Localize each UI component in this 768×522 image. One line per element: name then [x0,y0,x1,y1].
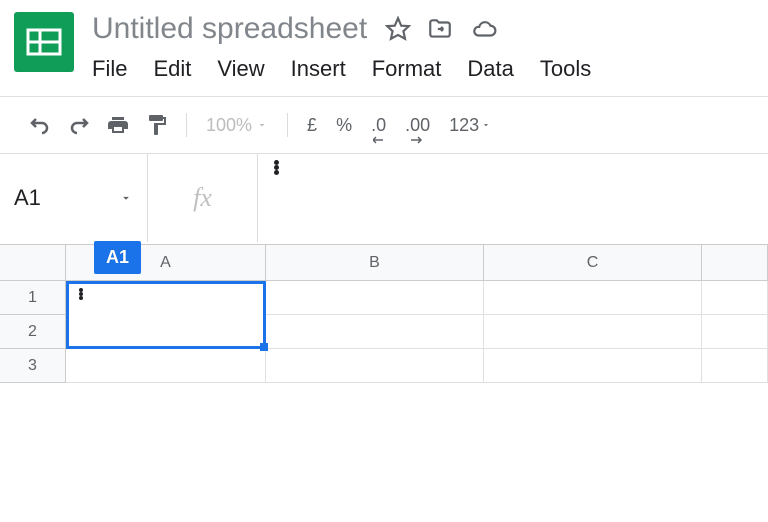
cell-b1[interactable] [266,281,484,315]
zoom-value: 100% [206,115,252,136]
cell-a3[interactable] [66,349,266,383]
cloud-status-icon[interactable] [469,16,499,42]
decrease-decimal-button[interactable]: .0 [363,107,394,143]
menu-file[interactable]: File [92,56,127,82]
cell-d3[interactable] [702,349,768,383]
toolbar: 100% £ % .0 .00 123 [0,97,768,153]
cell-d2[interactable] [702,315,768,349]
menu-tools[interactable]: Tools [540,56,591,82]
increase-decimal-button[interactable]: .00 [397,107,438,143]
percent-button[interactable]: % [328,107,360,143]
selection-fill-handle[interactable] [260,343,268,351]
selection-box [66,281,266,349]
spreadsheet-grid[interactable]: A1 A B C 1 2 3 [0,245,768,383]
cell-c2[interactable] [484,315,702,349]
menu-edit[interactable]: Edit [153,56,191,82]
name-box[interactable] [0,154,148,242]
menu-bar: File Edit View Insert Format Data Tools [92,56,768,82]
move-icon[interactable] [427,16,453,42]
print-button[interactable] [100,107,136,143]
star-icon[interactable] [385,16,411,42]
dec-plus-label: .00 [405,115,430,135]
cell-d1[interactable] [702,281,768,315]
document-title[interactable]: Untitled spreadsheet [92,12,367,46]
sheets-logo [14,12,74,72]
paint-format-button[interactable] [139,107,175,143]
cell-c3[interactable] [484,349,702,383]
cell-b3[interactable] [266,349,484,383]
column-header-d[interactable] [702,245,768,281]
row-header-1[interactable]: 1 [0,281,66,315]
menu-format[interactable]: Format [372,56,442,82]
formula-input[interactable] [258,154,768,242]
cell-c1[interactable] [484,281,702,315]
fx-label: fx [148,154,258,242]
cell-b2[interactable] [266,315,484,349]
column-header-b[interactable]: B [266,245,484,281]
name-box-input[interactable] [14,185,104,211]
chevron-down-icon[interactable] [119,191,133,205]
undo-button[interactable] [22,107,58,143]
more-formats-label: 123 [449,115,479,136]
active-cell-tag: A1 [94,241,141,274]
menu-view[interactable]: View [217,56,264,82]
redo-button[interactable] [61,107,97,143]
menu-insert[interactable]: Insert [291,56,346,82]
currency-button[interactable]: £ [299,107,325,143]
more-formats-button[interactable]: 123 [441,107,499,143]
dec-minus-label: .0 [371,115,386,135]
column-header-c[interactable]: C [484,245,702,281]
row-header-2[interactable]: 2 [0,315,66,349]
zoom-dropdown[interactable]: 100% [198,115,276,136]
menu-data[interactable]: Data [467,56,513,82]
select-all-corner[interactable] [0,245,66,281]
row-header-3[interactable]: 3 [0,349,66,383]
